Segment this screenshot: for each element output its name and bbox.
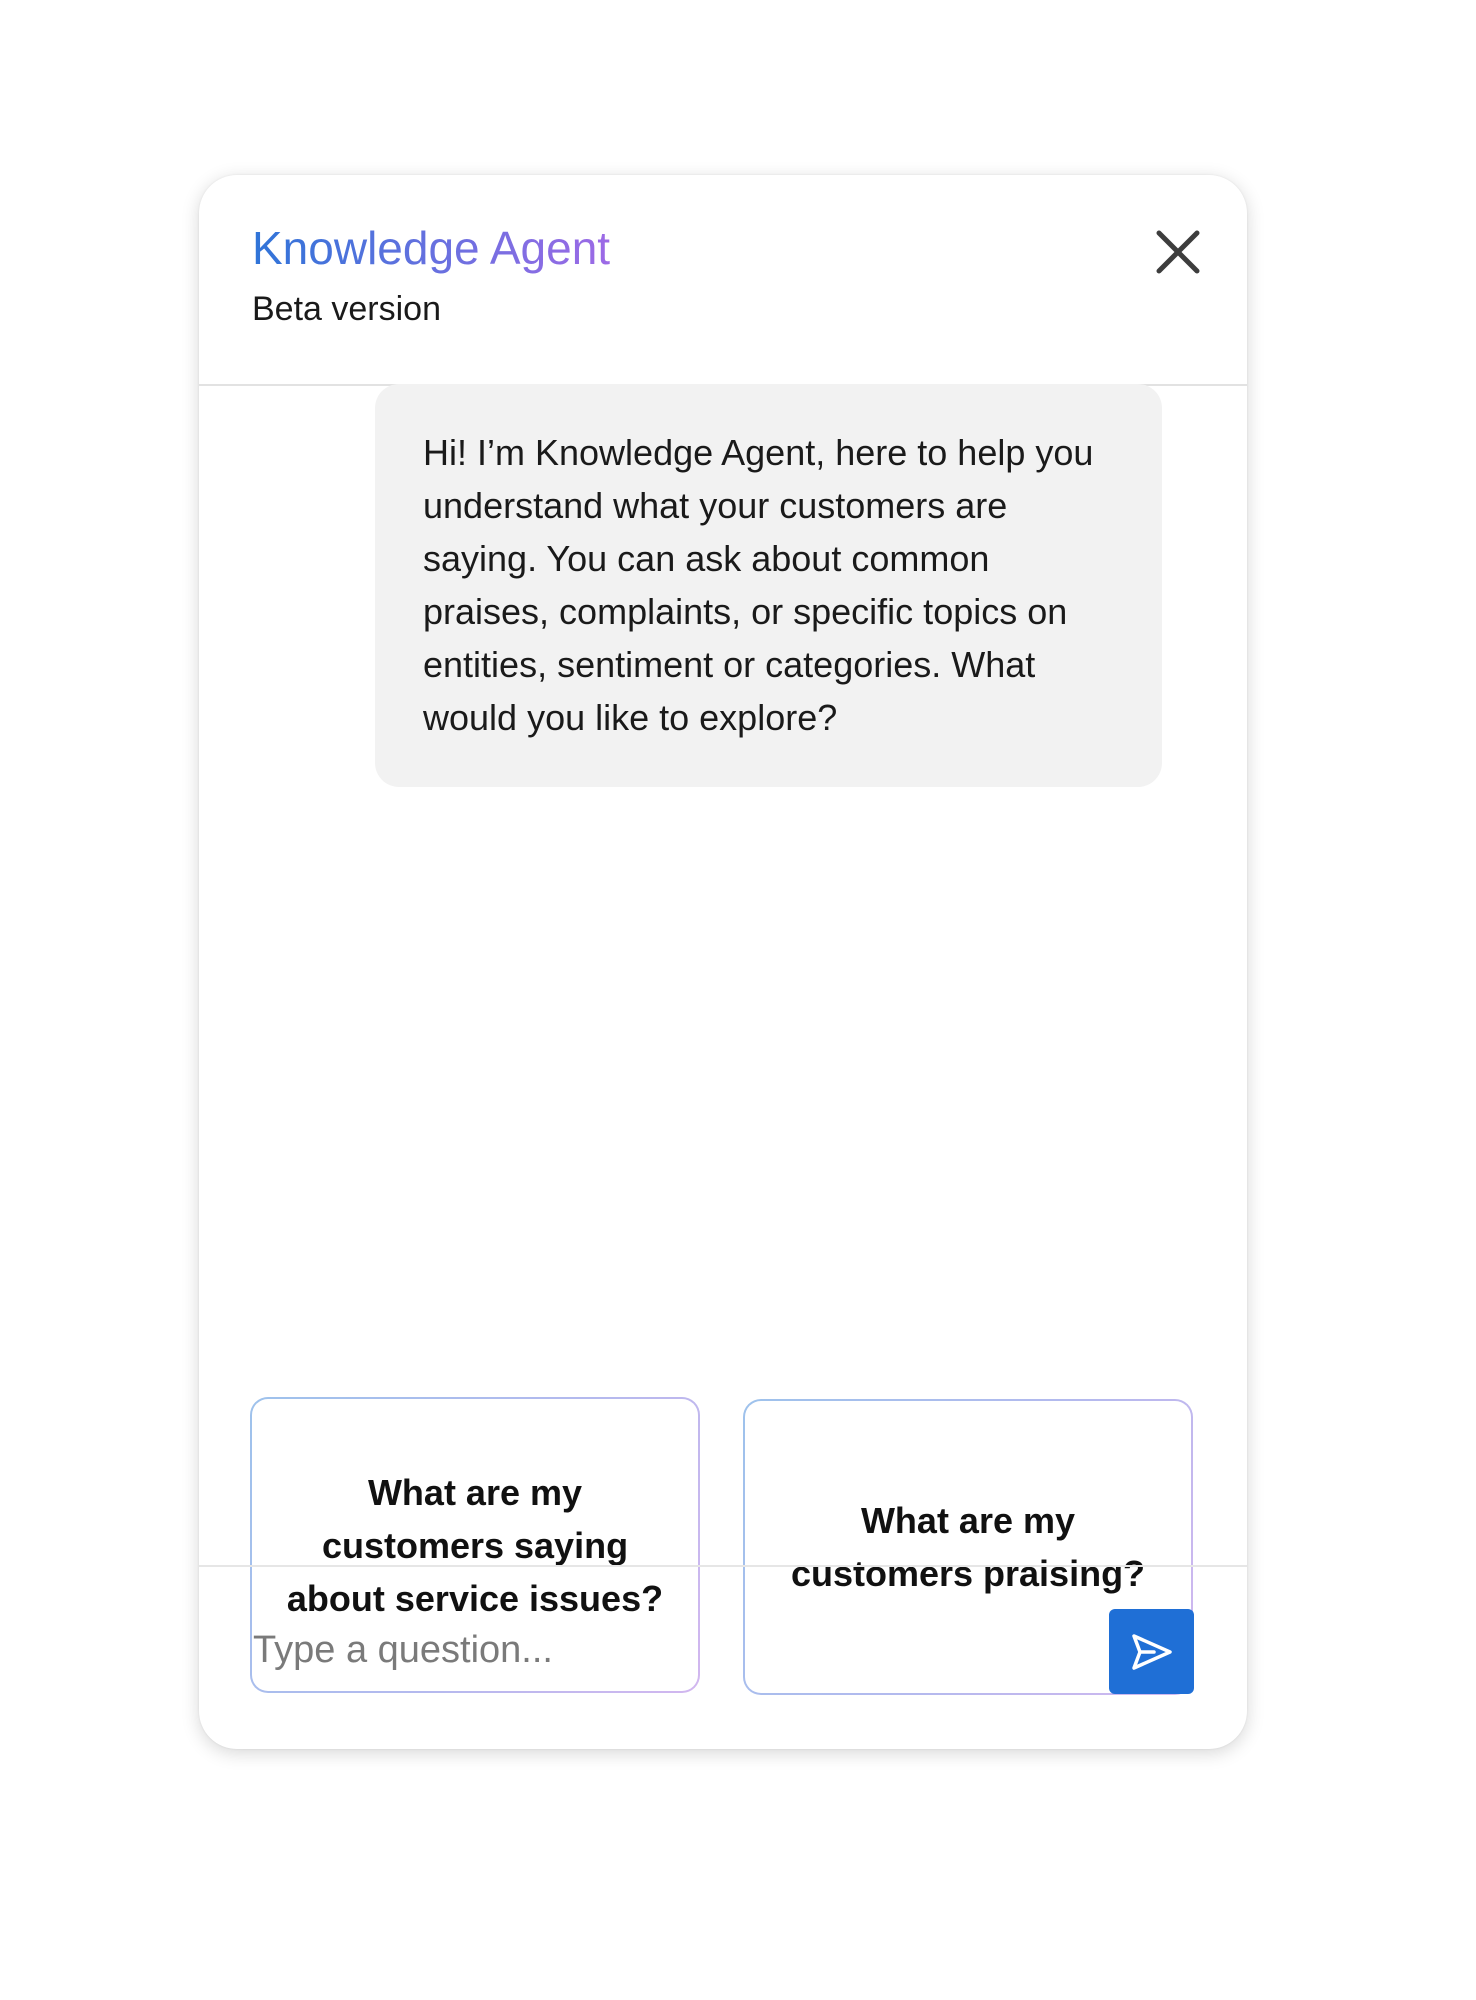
message-composer: [199, 1565, 1247, 1749]
close-icon: [1156, 230, 1200, 274]
question-input[interactable]: [253, 1605, 1033, 1695]
close-button[interactable]: [1143, 217, 1213, 287]
send-button[interactable]: [1109, 1609, 1194, 1694]
chat-panel: Knowledge Agent Beta version Hi! I’m Kno…: [199, 175, 1247, 1749]
agent-message-text: Hi! I’m Knowledge Agent, here to help yo…: [423, 432, 1094, 738]
agent-title: Knowledge Agent: [252, 222, 611, 274]
send-icon: [1131, 1633, 1172, 1670]
message-list: Hi! I’m Knowledge Agent, here to help yo…: [199, 384, 1247, 1236]
chat-header: Knowledge Agent Beta version: [199, 175, 1247, 386]
agent-message-bubble: Hi! I’m Knowledge Agent, here to help yo…: [375, 384, 1162, 787]
agent-subtitle: Beta version: [252, 290, 441, 328]
